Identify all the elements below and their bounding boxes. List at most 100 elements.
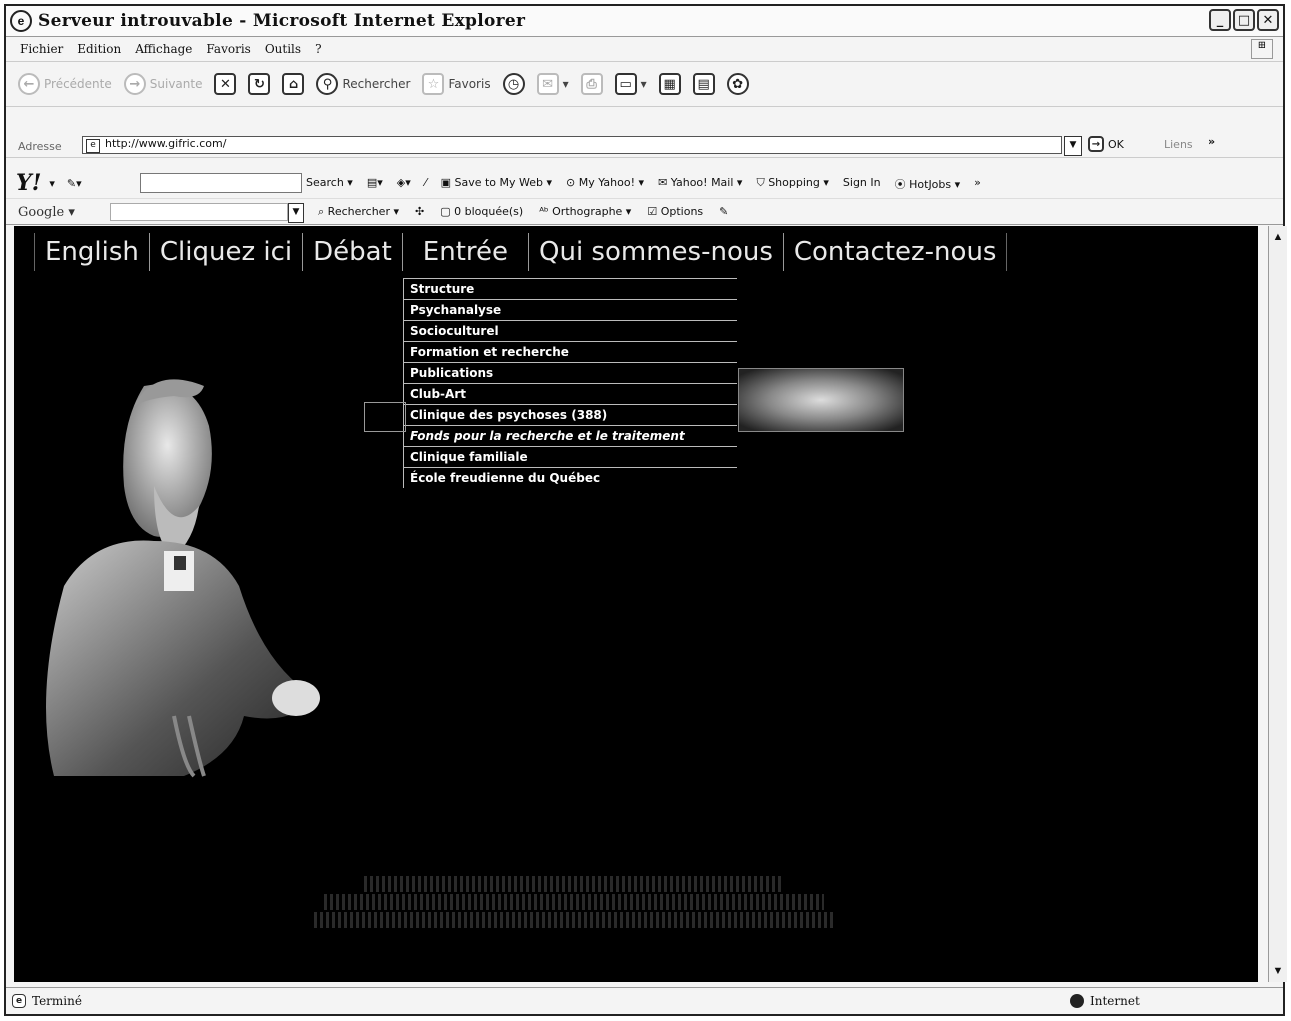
scroll-up-icon[interactable]: ▲ <box>1271 230 1285 244</box>
scroll-down-icon[interactable]: ▼ <box>1271 964 1285 978</box>
yahoo-signin-button[interactable]: Sign In <box>843 176 881 192</box>
menu-help[interactable]: ? <box>315 42 321 56</box>
yahoo-pencil-icon[interactable]: ⁄ <box>425 176 427 192</box>
nav-cliquez-ici[interactable]: Cliquez ici <box>148 233 302 271</box>
dropdown-item-ecole-freudienne[interactable]: École freudienne du Québec <box>403 467 737 488</box>
vertical-scrollbar[interactable]: ▲ ▼ <box>1268 226 1287 982</box>
nav-debat[interactable]: Débat <box>302 233 402 271</box>
banner-image[interactable] <box>738 368 904 432</box>
google-spellcheck-button[interactable]: ᴬᵇ Orthographe ▾ <box>539 205 631 219</box>
links-more-button[interactable]: » <box>1208 135 1215 148</box>
dropdown-item-club-art[interactable]: Club-Art <box>403 383 737 404</box>
page-icon: e <box>86 139 100 153</box>
google-options-button[interactable]: ☑ Options <box>647 205 703 219</box>
forward-arrow-icon: → <box>123 73 146 95</box>
dropdown-item-clinique-psychoses[interactable]: Clinique des psychoses (388) <box>403 404 737 425</box>
search-icon: ⚲ <box>316 73 339 95</box>
forward-button[interactable]: → Suivante <box>123 73 202 95</box>
messenger-button[interactable]: ✿ <box>726 73 749 95</box>
windows-logo-icon: ⊞ <box>1251 39 1273 59</box>
search-button[interactable]: ⚲ Rechercher <box>316 73 410 95</box>
print-button[interactable]: ⎙ <box>580 73 603 95</box>
menu-bar: Fichier Edition Affichage Favoris Outils… <box>6 37 1283 62</box>
standard-toolbar: ← Précédente → Suivante ✕ ↻ ⌂ ⚲ Recherch… <box>6 62 1283 107</box>
close-button[interactable]: ✕ <box>1257 9 1279 31</box>
status-text: Terminé <box>32 994 82 1008</box>
home-icon: ⌂ <box>282 73 305 95</box>
pencil-icon[interactable]: ✎▾ <box>67 177 82 190</box>
dropdown-item-psychanalyse[interactable]: Psychanalyse <box>403 299 737 320</box>
dropdown-item-fonds[interactable]: Fonds pour la recherche et le traitement <box>403 425 737 446</box>
window-title: Serveur introuvable - Microsoft Internet… <box>38 11 526 31</box>
yahoo-menu-dropdown[interactable]: ▾ <box>49 177 55 190</box>
google-search-button[interactable]: ⌕ Rechercher ▾ <box>318 205 399 219</box>
google-search-input[interactable] <box>110 203 288 221</box>
yahoo-save-button[interactable]: ▣ Save to My Web ▾ <box>441 176 552 192</box>
nav-english[interactable]: English <box>34 233 149 271</box>
yahoo-anti-spy-icon[interactable]: ◈▾ <box>397 176 411 192</box>
back-button[interactable]: ← Précédente <box>18 73 112 95</box>
nav-contactez-nous[interactable]: Contactez-nous <box>782 233 1008 271</box>
page-footer <box>294 876 854 928</box>
edit-button[interactable]: ▭ ▾ <box>614 73 647 95</box>
dropdown-item-structure[interactable]: Structure <box>403 278 737 299</box>
links-button[interactable]: Liens <box>1164 138 1193 151</box>
menu-outils[interactable]: Outils <box>265 42 301 56</box>
print-icon: ⎙ <box>580 73 603 95</box>
yahoo-mail-button[interactable]: ✉ Yahoo! Mail ▾ <box>658 176 742 192</box>
mail-button[interactable]: ✉ ▾ <box>536 73 569 95</box>
menu-favoris[interactable]: Favoris <box>206 42 250 56</box>
yahoo-search-button[interactable]: Search ▾ <box>306 176 353 192</box>
yahoo-search-input[interactable] <box>140 173 302 193</box>
refresh-button[interactable]: ↻ <box>248 73 271 95</box>
nav-entree[interactable]: Entrée <box>401 233 528 271</box>
history-icon: ◷ <box>502 73 525 95</box>
menu-affichage[interactable]: Affichage <box>135 42 192 56</box>
favorites-button[interactable]: ☆ Favoris <box>422 73 491 95</box>
discuss-icon: ▦ <box>658 73 681 95</box>
yahoo-hotjobs-button[interactable]: ⦿ HotJobs ▾ <box>895 176 961 192</box>
dropdown-item-socioculturel[interactable]: Socioculturel <box>403 320 737 341</box>
stop-button[interactable]: ✕ <box>214 73 237 95</box>
research-button[interactable]: ▤ <box>692 73 715 95</box>
star-icon: ☆ <box>422 73 445 95</box>
yahoo-my-yahoo-button[interactable]: ⊙ My Yahoo! ▾ <box>566 176 644 192</box>
minimize-button[interactable]: _ <box>1209 9 1231 31</box>
google-popup-blocker-button[interactable]: ▢ 0 bloquée(s) <box>440 205 523 219</box>
zone-text: Internet <box>1090 994 1140 1008</box>
maximize-button[interactable]: □ <box>1233 9 1255 31</box>
yahoo-logo[interactable]: Y! <box>16 170 41 196</box>
dropdown-item-clinique-familiale[interactable]: Clinique familiale <box>403 446 737 467</box>
freud-portrait <box>46 379 320 778</box>
address-dropdown-button[interactable]: ▼ <box>1064 136 1082 156</box>
back-label: Précédente <box>44 77 112 91</box>
yahoo-more-button[interactable]: » <box>974 176 981 192</box>
google-pen-icon[interactable]: ✎ <box>719 205 728 219</box>
yahoo-shopping-button[interactable]: ⛉ Shopping ▾ <box>756 176 828 192</box>
yahoo-toolbar: Y! ▾ ✎▾ Search ▾ ▤▾ ◈▾ ⁄ ▣ Save to My We… <box>6 168 1283 199</box>
page-done-icon: e <box>12 994 26 1008</box>
home-button[interactable]: ⌂ <box>282 73 305 95</box>
yahoo-highlight-icon[interactable]: ▤▾ <box>367 176 383 192</box>
web-page-content: English Cliquez ici Débat Entrée Qui som… <box>14 226 1258 982</box>
google-pagerank-icon[interactable]: ✣ <box>415 205 424 219</box>
google-logo[interactable]: Google ▾ <box>18 205 75 220</box>
mail-icon: ✉ <box>536 73 559 95</box>
entree-dropdown-menu: Structure Psychanalyse Socioculturel For… <box>403 278 737 488</box>
history-button[interactable]: ◷ <box>502 73 525 95</box>
discuss-button[interactable]: ▦ <box>658 73 681 95</box>
back-arrow-icon: ← <box>18 73 40 95</box>
dropdown-item-publications[interactable]: Publications <box>403 362 737 383</box>
menu-fichier[interactable]: Fichier <box>20 42 63 56</box>
go-arrow-icon: → <box>1088 136 1104 152</box>
nav-qui-sommes-nous[interactable]: Qui sommes-nous <box>528 233 783 271</box>
menu-edition[interactable]: Edition <box>77 42 121 56</box>
address-input[interactable]: http://www.gifric.com/ <box>82 136 1062 154</box>
stop-icon: ✕ <box>214 73 237 95</box>
google-toolbar: Google ▾ ▼ ⌕ Rechercher ▾ ✣ ▢ 0 bloquée(… <box>6 200 1283 225</box>
security-zone: Internet <box>1070 994 1140 1008</box>
dropdown-item-formation[interactable]: Formation et recherche <box>403 341 737 362</box>
google-dropdown-button[interactable]: ▼ <box>288 203 304 223</box>
decorative-box <box>364 402 406 432</box>
go-button[interactable]: → OK <box>1088 136 1124 152</box>
